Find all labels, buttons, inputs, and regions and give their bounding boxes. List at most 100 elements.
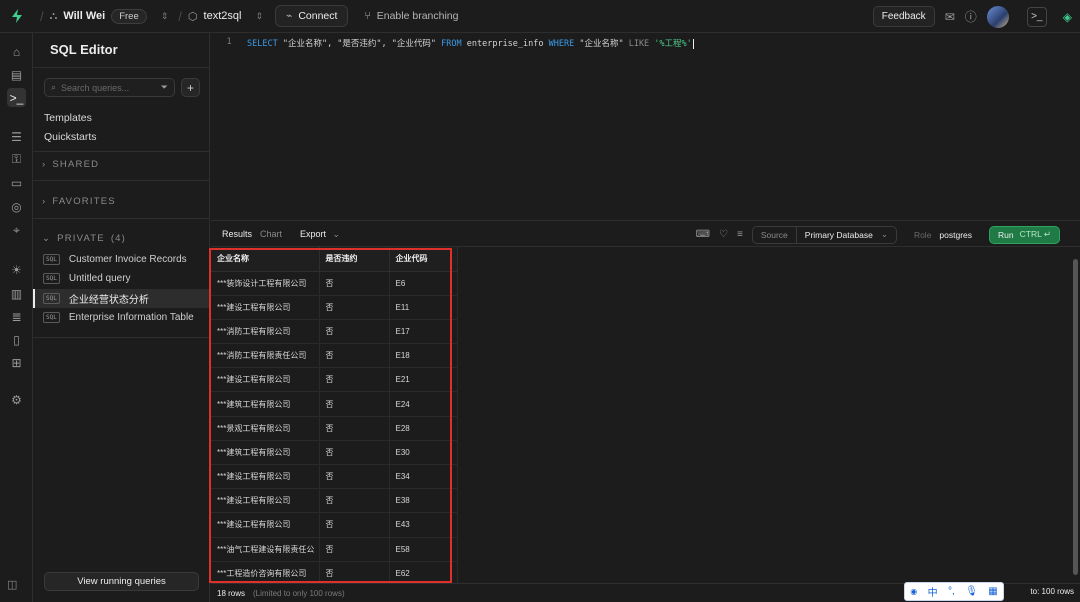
- table-row[interactable]: ***建设工程有限公司否 E11: [211, 295, 458, 320]
- export-dropdown[interactable]: Export ⌄: [300, 229, 340, 240]
- scroll-thumb[interactable]: [1073, 259, 1078, 575]
- vertical-scrollbar[interactable]: [1071, 247, 1080, 583]
- keyboard-icon[interactable]: ⌨: [696, 229, 710, 240]
- sidebar-item-enterprise-information-table[interactable]: SQL Enterprise Information Table: [33, 308, 210, 327]
- table-cell[interactable]: 否: [319, 295, 390, 320]
- table-cell[interactable]: ***工程造价咨询有限公司: [211, 561, 320, 583]
- column-header[interactable]: 企业代码: [389, 247, 458, 272]
- table-row[interactable]: ***装饰设计工程有限公司否 E6: [211, 271, 458, 296]
- table-cell[interactable]: E18: [389, 343, 458, 369]
- integrations-icon[interactable]: ⊞: [7, 353, 26, 372]
- table-row[interactable]: ***景观工程有限公司否 E28: [211, 416, 458, 441]
- table-cell[interactable]: ***消防工程有限责任公司: [211, 343, 320, 369]
- table-cell[interactable]: E30: [389, 440, 458, 466]
- table-cell[interactable]: E34: [389, 464, 458, 490]
- avatar[interactable]: [986, 5, 1009, 28]
- table-row[interactable]: ***建设工程有限公司否 E38: [211, 488, 458, 514]
- reports-icon[interactable]: ▥: [7, 284, 26, 303]
- ime-language[interactable]: 中: [928, 584, 938, 599]
- punctuation-icon[interactable]: °,: [948, 586, 955, 597]
- run-button[interactable]: Run CTRL ↵: [989, 225, 1060, 244]
- quickstarts-link[interactable]: Quickstarts: [44, 131, 97, 143]
- ime-logo-icon[interactable]: ◉: [910, 587, 917, 596]
- favorites-section-toggle[interactable]: › FAVORITES: [42, 196, 116, 207]
- source-selector[interactable]: Source Primary Database ⌄: [751, 225, 897, 244]
- table-cell[interactable]: ***装饰设计工程有限公司: [211, 271, 320, 296]
- table-cell[interactable]: 否: [319, 488, 390, 514]
- auth-icon[interactable]: ⚿: [7, 150, 26, 169]
- sidebar-item-untitled-query[interactable]: SQL Untitled query: [33, 269, 210, 288]
- supabase-logo-icon[interactable]: [0, 0, 34, 33]
- table-cell[interactable]: E58: [389, 537, 458, 562]
- table-row[interactable]: ***建筑工程有限公司否 E30: [211, 440, 458, 466]
- table-cell[interactable]: 否: [319, 512, 390, 538]
- terminal-icon[interactable]: >_: [1026, 6, 1047, 27]
- tab-chart[interactable]: Chart: [260, 229, 282, 239]
- filter-icon[interactable]: ⏷: [161, 82, 168, 93]
- connect-button[interactable]: ⌁ Connect: [275, 5, 349, 27]
- table-cell[interactable]: 否: [319, 319, 390, 345]
- table-row[interactable]: ***工程造价咨询有限公司否 E62: [211, 561, 458, 583]
- templates-link[interactable]: Templates: [44, 112, 92, 124]
- table-row[interactable]: ***建设工程有限公司否 E21: [211, 367, 458, 393]
- sidebar-item-customer-invoice-records[interactable]: SQL Customer Invoice Records: [33, 250, 210, 269]
- table-cell[interactable]: E43: [389, 512, 458, 538]
- project-switcher[interactable]: ⬡ text2sql ⇕: [188, 10, 263, 23]
- column-header[interactable]: 企业名称: [211, 247, 320, 272]
- table-cell[interactable]: ***建设工程有限公司: [211, 367, 320, 393]
- heart-icon[interactable]: ♡: [719, 229, 728, 240]
- table-cell[interactable]: 否: [319, 416, 390, 441]
- ime-toolbar[interactable]: ◉ 中 °, 🎙 ▦: [904, 582, 1004, 601]
- align-left-icon[interactable]: ≡: [737, 229, 743, 240]
- table-row[interactable]: ***消防工程有限责任公司否 E18: [211, 343, 458, 369]
- table-cell[interactable]: ***建设工程有限公司: [211, 512, 320, 538]
- table-cell[interactable]: 否: [319, 464, 390, 490]
- advisors-icon[interactable]: ☀: [7, 260, 26, 279]
- feedback-button[interactable]: Feedback: [872, 6, 935, 27]
- database-icon[interactable]: ☰: [7, 127, 26, 146]
- settings-icon[interactable]: ⚙: [7, 390, 26, 409]
- table-row[interactable]: ***建设工程有限公司否 E34: [211, 464, 458, 490]
- table-cell[interactable]: E11: [389, 295, 458, 320]
- table-cell[interactable]: ***景观工程有限公司: [211, 416, 320, 441]
- table-cell[interactable]: ***油气工程建设有限责任公: [211, 537, 320, 562]
- table-cell[interactable]: E24: [389, 391, 458, 417]
- storage-icon[interactable]: ▭: [7, 173, 26, 192]
- home-icon[interactable]: ⌂: [7, 42, 26, 61]
- new-query-button[interactable]: +: [181, 78, 200, 97]
- assistant-icon[interactable]: ◈: [1063, 10, 1072, 24]
- table-cell[interactable]: E21: [389, 367, 458, 393]
- table-cell[interactable]: E28: [389, 416, 458, 441]
- api-docs-icon[interactable]: ▯: [7, 330, 26, 349]
- tab-results[interactable]: Results: [222, 229, 252, 239]
- realtime-icon[interactable]: ◎: [7, 197, 26, 216]
- table-row[interactable]: ***建筑工程有限公司否 E24: [211, 391, 458, 417]
- org-switcher[interactable]: ⛬ Will Wei Free ⇕: [50, 8, 168, 24]
- sql-editor-icon[interactable]: >_: [7, 88, 26, 107]
- grid-icon[interactable]: ▦: [988, 586, 997, 597]
- table-cell[interactable]: ***建设工程有限公司: [211, 488, 320, 514]
- edge-functions-icon[interactable]: ⌖: [7, 221, 26, 240]
- table-cell[interactable]: 否: [319, 440, 390, 466]
- search-input[interactable]: [61, 82, 152, 93]
- table-cell[interactable]: ***消防工程有限公司: [211, 319, 320, 345]
- table-cell[interactable]: ***建设工程有限公司: [211, 464, 320, 490]
- inbox-icon[interactable]: ✉: [945, 10, 955, 24]
- table-cell[interactable]: 否: [319, 391, 390, 417]
- table-cell[interactable]: E62: [389, 561, 458, 583]
- table-cell[interactable]: E17: [389, 319, 458, 345]
- table-row[interactable]: ***消防工程有限公司否 E17: [211, 319, 458, 345]
- limit-selector[interactable]: to: 100 rows: [1030, 587, 1074, 596]
- table-cell[interactable]: ***建筑工程有限公司: [211, 440, 320, 466]
- table-cell[interactable]: 否: [319, 271, 390, 296]
- shared-section-toggle[interactable]: › SHARED: [42, 159, 99, 170]
- table-cell[interactable]: ***建设工程有限公司: [211, 295, 320, 320]
- enable-branching-button[interactable]: ⑂ Enable branching: [364, 10, 458, 22]
- collapse-sidebar-icon[interactable]: ◫: [7, 578, 17, 591]
- sql-code-editor[interactable]: 1 SELECT "企业名称", "是否违约", "企业代码" FROM ent…: [211, 33, 1080, 220]
- microphone-icon[interactable]: 🎙: [965, 586, 978, 597]
- table-cell[interactable]: 否: [319, 561, 390, 583]
- table-editor-icon[interactable]: ▤: [7, 65, 26, 84]
- table-row[interactable]: ***建设工程有限公司否 E43: [211, 512, 458, 538]
- table-cell[interactable]: E6: [389, 271, 458, 296]
